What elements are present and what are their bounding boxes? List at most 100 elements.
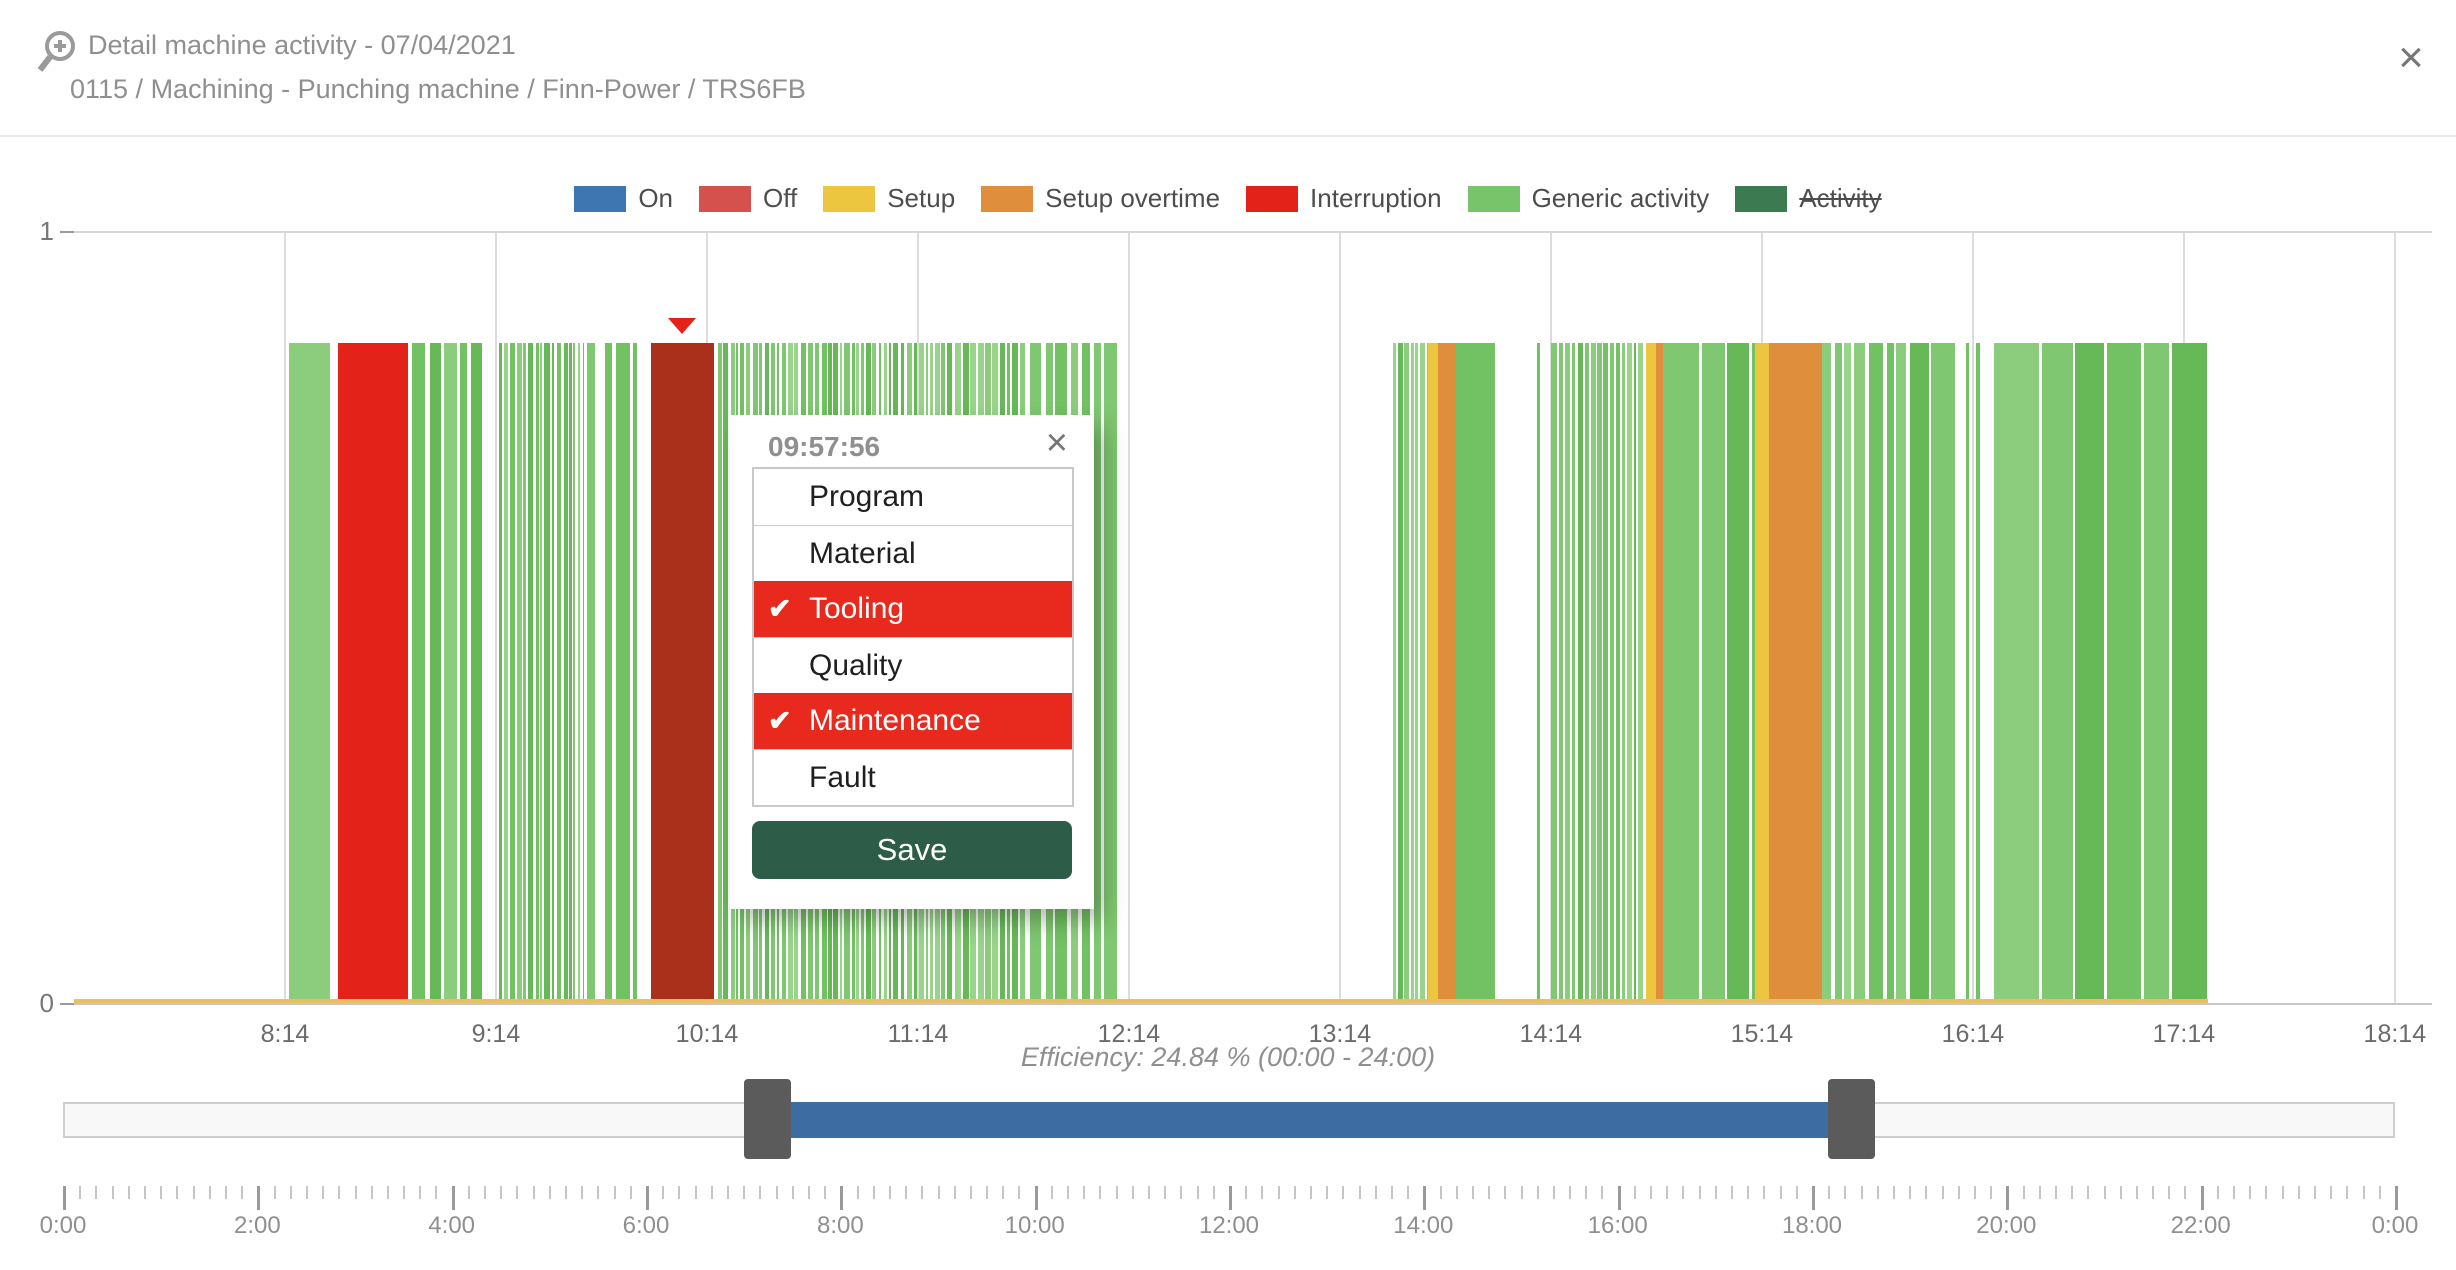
minor-tick <box>662 1186 665 1199</box>
minor-tick <box>176 1186 179 1199</box>
chart-legend: On Off Setup Setup overtime Interruption Gene… <box>0 183 2456 214</box>
activity-stripe <box>1868 343 1883 1003</box>
minor-tick <box>1342 1186 1345 1199</box>
activity-stripe <box>1590 343 1596 1003</box>
activity-segment-generic[interactable] <box>1663 343 1755 1003</box>
legend-item-setup[interactable]: Setup <box>823 183 955 214</box>
popup-option-quality[interactable]: Quality <box>754 637 1072 693</box>
minor-tick <box>1196 1186 1199 1199</box>
y-axis-tick <box>60 1003 74 1005</box>
day-axis-label: 12:00 <box>1198 1212 1260 1239</box>
legend-item-on[interactable]: On <box>574 183 673 214</box>
dialog-close-icon[interactable]: × <box>2384 30 2438 84</box>
legend-item-interruption[interactable]: Interruption <box>1246 183 1442 214</box>
activity-segment-generic[interactable] <box>1536 343 1541 1003</box>
activity-stripe <box>1626 343 1632 1003</box>
activity-segment-generic[interactable] <box>1993 343 2209 1003</box>
major-tick <box>257 1186 261 1210</box>
efficiency-note: Efficiency: 24.84 % (00:00 - 24:00) <box>1020 1042 1436 1072</box>
activity-stripe <box>509 343 516 1003</box>
activity-stripe <box>1596 343 1602 1003</box>
activity-segment-generic[interactable] <box>1821 343 1907 1003</box>
major-tick <box>451 1186 455 1210</box>
save-button[interactable]: Save <box>752 821 1072 879</box>
activity-stripe <box>504 343 509 1003</box>
minor-tick <box>597 1186 600 1199</box>
activity-segment-generic[interactable] <box>604 343 612 1003</box>
legend-swatch-on <box>574 185 627 212</box>
day-axis-label: 14:00 <box>1393 1212 1454 1239</box>
activity-stripe <box>1621 343 1625 1003</box>
activity-segment-generic[interactable] <box>288 343 331 1003</box>
day-axis-label: 10:00 <box>1004 1212 1065 1239</box>
day-axis-label: 22:00 <box>2170 1212 2231 1239</box>
minor-tick <box>1682 1186 1685 1199</box>
minor-tick <box>1747 1186 1750 1199</box>
minor-tick <box>1277 1186 1280 1199</box>
legend-item-setup-overtime[interactable]: Setup overtime <box>981 183 1220 214</box>
minor-tick <box>1504 1186 1507 1199</box>
minor-tick <box>953 1186 956 1199</box>
popup-option-material[interactable]: Material <box>754 525 1072 581</box>
activity-segment-setup[interactable] <box>1645 343 1657 1003</box>
minor-tick <box>2216 1186 2219 1199</box>
activity-stripe <box>1415 343 1419 1003</box>
day-axis-label: 0:00 <box>2371 1212 2419 1239</box>
popup-option-tooling[interactable]: ✔ Tooling <box>754 581 1072 637</box>
activity-segment-generic[interactable] <box>499 343 584 1003</box>
slider-handle-left[interactable] <box>744 1079 792 1159</box>
legend-item-generic-activity[interactable]: Generic activity <box>1467 183 1709 214</box>
legend-swatch-off <box>699 185 752 212</box>
activity-segment-setup[interactable] <box>1754 343 1769 1003</box>
legend-item-activity[interactable]: Activity <box>1735 183 1882 214</box>
minor-tick <box>1714 1186 1717 1199</box>
minor-tick <box>2087 1186 2090 1199</box>
day-axis-label: 18:00 <box>1781 1212 1843 1239</box>
activity-stripe <box>1931 343 1955 1003</box>
activity-segment-setup[interactable] <box>1427 343 1439 1003</box>
major-tick <box>1034 1186 1038 1210</box>
activity-stripe <box>2106 343 2142 1003</box>
activity-segment-generic[interactable] <box>633 343 637 1003</box>
activity-segment-setup_overtime[interactable] <box>1768 343 1822 1003</box>
minor-tick <box>484 1186 487 1199</box>
time-range-slider-fill[interactable] <box>767 1102 1851 1138</box>
activity-segment-setup_overtime[interactable] <box>1656 343 1664 1003</box>
activity-segment-generic[interactable] <box>411 343 482 1003</box>
day-axis-label: 2:00 <box>233 1212 281 1239</box>
slider-handle-right[interactable] <box>1827 1079 1875 1159</box>
activity-segment-generic[interactable] <box>1909 343 1956 1003</box>
activity-bars-layer <box>74 343 2430 1003</box>
activity-stripe <box>1585 343 1590 1003</box>
minor-tick <box>95 1186 98 1199</box>
activity-stripe <box>573 343 576 1003</box>
minor-tick <box>2184 1186 2187 1199</box>
activity-segment-generic[interactable] <box>587 343 598 1003</box>
minor-tick <box>1795 1186 1798 1199</box>
activity-segment-generic[interactable] <box>615 343 630 1003</box>
activity-stripe <box>444 343 458 1003</box>
activity-segment-generic[interactable] <box>1392 343 1428 1003</box>
popup-timestamp: 09:57:56 <box>768 431 881 462</box>
activity-segment-interruption[interactable] <box>650 343 714 1003</box>
activity-stripe <box>1577 343 1583 1003</box>
activity-stripe <box>1411 343 1414 1003</box>
popup-close-icon[interactable]: × <box>1040 421 1074 466</box>
popup-option-program[interactable]: Program <box>754 469 1072 525</box>
minor-tick <box>986 1186 989 1199</box>
popup-option-fault[interactable]: Fault <box>754 749 1072 805</box>
activity-segment-interruption[interactable] <box>337 343 409 1003</box>
activity-segment-generic[interactable] <box>1550 343 1646 1003</box>
minor-tick <box>1261 1186 1264 1199</box>
popup-option-maintenance[interactable]: ✔ Maintenance <box>754 693 1072 749</box>
activity-segment-generic[interactable] <box>1965 343 1970 1003</box>
minor-tick <box>613 1186 616 1199</box>
legend-swatch-setup-overtime <box>981 185 1034 212</box>
activity-segment-generic[interactable] <box>1976 343 1980 1003</box>
activity-segment-generic[interactable] <box>1455 343 1495 1003</box>
major-tick <box>2006 1186 2010 1210</box>
activity-segment-setup_overtime[interactable] <box>1438 343 1456 1003</box>
activity-stripe <box>577 343 581 1003</box>
day-axis-label: 4:00 <box>428 1212 476 1239</box>
legend-item-off[interactable]: Off <box>699 183 797 214</box>
